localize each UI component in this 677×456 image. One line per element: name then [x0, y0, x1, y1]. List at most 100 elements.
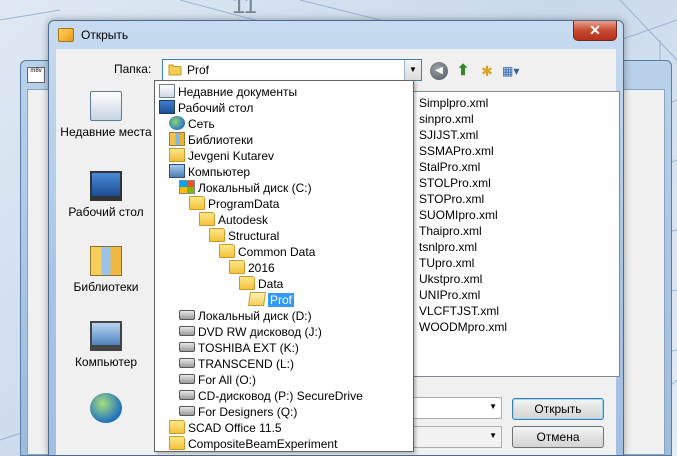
file-item[interactable]: STOLPro.xml	[419, 175, 491, 191]
dropdown-item[interactable]: Structural	[209, 227, 279, 243]
dropdown-item[interactable]: Common Data	[219, 243, 315, 259]
file-item[interactable]: VLCFTJST.xml	[419, 303, 499, 319]
chevron-down-icon[interactable]: ▼	[404, 60, 421, 80]
file-item[interactable]: STOPro.xml	[419, 191, 484, 207]
network-drive-icon	[179, 373, 195, 384]
dropdown-item[interactable]: Data	[239, 275, 283, 291]
recent-places-icon	[90, 91, 122, 121]
dropdown-item[interactable]: Недавние документы	[159, 83, 297, 99]
chevron-down-icon[interactable]: ▼	[489, 402, 497, 411]
dropdown-item[interactable]: Autodesk	[199, 211, 268, 227]
file-item[interactable]: SJIJST.xml	[419, 127, 478, 143]
dropdown-item[interactable]: For All (O:)	[179, 371, 256, 387]
file-item[interactable]: Ukstpro.xml	[419, 271, 482, 287]
file-item[interactable]: tsnlpro.xml	[419, 239, 477, 255]
recent-documents-icon	[159, 83, 175, 98]
dropdown-item[interactable]: TRANSCEND (L:)	[179, 355, 294, 371]
file-item[interactable]: sinpro.xml	[419, 111, 474, 127]
new-folder-button[interactable]: ✱	[478, 62, 496, 80]
open-button[interactable]: Открыть	[512, 398, 604, 420]
dropdown-item[interactable]: Рабочий стол	[159, 99, 253, 115]
file-item[interactable]: StalPro.xml	[419, 159, 480, 175]
dropdown-item[interactable]: DVD RW дисковод (J:)	[179, 323, 322, 339]
folder-icon	[168, 63, 182, 79]
file-name-combobox[interactable]: ▼	[412, 397, 502, 419]
file-item[interactable]: Thaipro.xml	[419, 223, 482, 239]
dropdown-item[interactable]: Компьютер	[169, 163, 250, 179]
computer-icon	[169, 163, 185, 178]
dropdown-item[interactable]: CD-дисковод (P:) SecureDrive	[179, 387, 363, 403]
file-item[interactable]: TUpro.xml	[419, 255, 474, 271]
network-icon	[169, 115, 185, 130]
network-drive-icon	[179, 405, 195, 416]
dropdown-item-selected[interactable]: Prof	[248, 291, 295, 307]
place-recent[interactable]: Недавние места	[60, 91, 152, 140]
disk-icon	[179, 341, 195, 352]
desktop-icon	[159, 99, 175, 114]
dropdown-item[interactable]: ProgramData	[189, 195, 279, 211]
up-folder-button[interactable]: ⬆	[454, 62, 472, 80]
dropdown-item[interactable]: Библиотеки	[169, 131, 253, 147]
folder-label: Папка:	[114, 62, 152, 76]
desktop-icon	[90, 171, 122, 201]
user-folder-icon	[169, 147, 185, 162]
app-icon	[58, 28, 74, 42]
place-desktop[interactable]: Рабочий стол	[60, 171, 152, 220]
folder-icon	[189, 195, 205, 210]
up-folder-icon: ⬆	[456, 62, 470, 79]
place-label: Недавние места	[60, 125, 152, 139]
network-icon	[90, 393, 122, 423]
system-disk-icon	[179, 179, 195, 194]
folder-combobox[interactable]: Prof ▼	[162, 59, 422, 81]
chevron-down-icon[interactable]: ▼	[489, 431, 497, 440]
background-grid-number: 11	[232, 0, 257, 19]
place-label: Компьютер	[74, 355, 138, 369]
file-item[interactable]: UNIPro.xml	[419, 287, 480, 303]
folder-value: Prof	[187, 63, 210, 77]
file-type-combobox[interactable]: ▼	[412, 426, 502, 448]
place-network[interactable]	[60, 393, 152, 427]
folder-icon	[169, 419, 185, 434]
folder-icon	[209, 227, 225, 242]
new-folder-icon: ✱	[481, 63, 493, 79]
file-item[interactable]: Simplpro.xml	[419, 95, 488, 111]
folder-icon	[199, 211, 215, 226]
dropdown-item[interactable]: Jevgeni Kutarev	[169, 147, 274, 163]
folder-dropdown-list[interactable]: Недавние документы Рабочий стол Сеть Биб…	[154, 80, 414, 452]
folder-icon	[169, 435, 185, 450]
places-bar: Недавние места Рабочий стол Библиотеки К…	[60, 91, 152, 456]
dropdown-item[interactable]: For Designers (Q:)	[179, 403, 297, 419]
dvd-drive-icon	[179, 325, 195, 336]
cancel-button[interactable]: Отмена	[512, 426, 604, 448]
close-button[interactable]: ✕	[573, 21, 617, 41]
dialog-titlebar[interactable]: Открыть ✕	[49, 21, 623, 49]
place-label: Библиотеки	[73, 280, 139, 294]
file-item[interactable]: SUOMIpro.xml	[419, 207, 498, 223]
cd-drive-icon	[179, 389, 195, 400]
dropdown-item[interactable]: TOSHIBA EXT (K:)	[179, 339, 299, 355]
view-menu-icon: ▦▾	[502, 64, 520, 78]
app-icon: m8v	[27, 67, 45, 83]
place-computer[interactable]: Компьютер	[60, 321, 152, 370]
place-libraries[interactable]: Библиотеки	[60, 246, 152, 295]
disk-icon	[179, 309, 195, 320]
libraries-icon	[169, 131, 185, 146]
back-arrow-icon: ◀	[435, 65, 443, 76]
dropdown-item[interactable]: 2016	[229, 259, 275, 275]
dropdown-item[interactable]: Локальный диск (D:)	[179, 307, 312, 323]
dropdown-item[interactable]: CompositeBeamExperiment	[169, 435, 337, 451]
folder-icon	[219, 243, 235, 258]
computer-icon	[90, 321, 122, 351]
open-folder-icon	[248, 291, 266, 306]
back-button[interactable]: ◀	[430, 62, 448, 80]
libraries-icon	[90, 246, 122, 276]
close-icon: ✕	[589, 22, 601, 38]
file-item[interactable]: WOODMpro.xml	[419, 319, 507, 335]
dropdown-item[interactable]: Локальный диск (C:)	[179, 179, 312, 195]
place-label: Рабочий стол	[68, 205, 144, 219]
dropdown-item[interactable]: SCAD Office 11.5	[169, 419, 282, 435]
folder-icon	[239, 275, 255, 290]
view-menu-button[interactable]: ▦▾	[502, 62, 528, 80]
dropdown-item[interactable]: Сеть	[169, 115, 215, 131]
file-item[interactable]: SSMAPro.xml	[419, 143, 494, 159]
